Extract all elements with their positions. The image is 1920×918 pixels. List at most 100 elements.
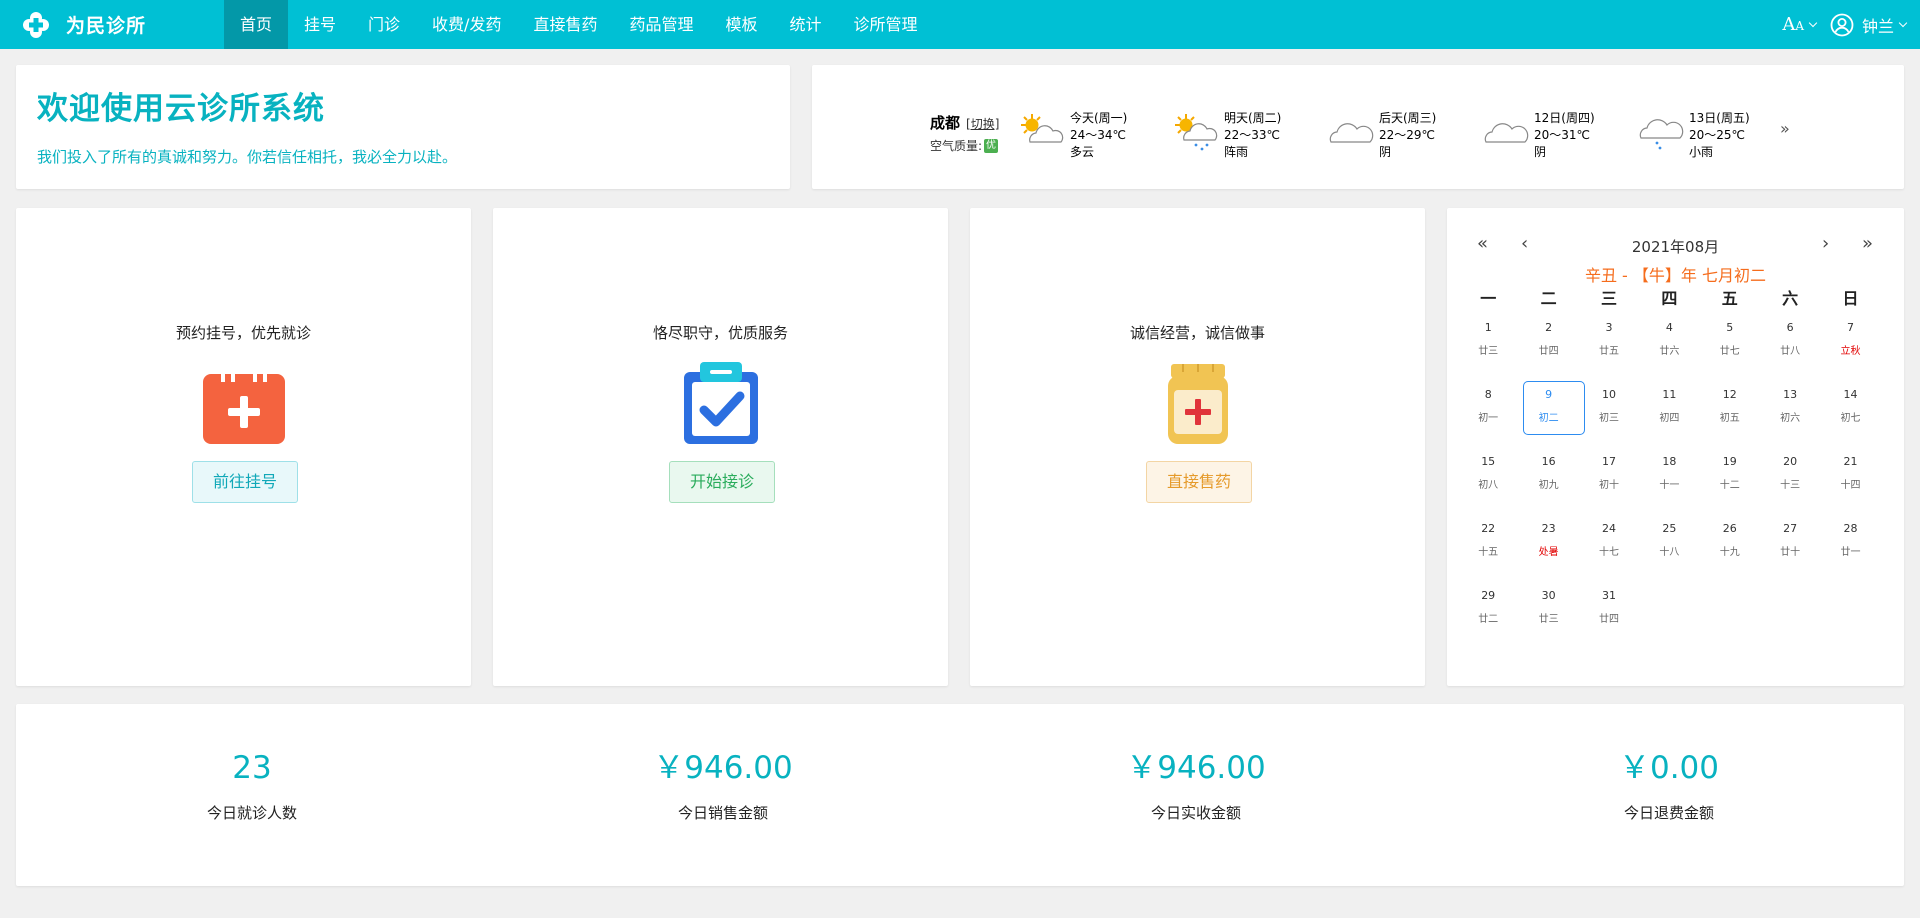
weather-desc: 阴 (1379, 145, 1392, 159)
stat-label: 今日实收金额 (1150, 804, 1241, 822)
calendar-day[interactable]: 20 十三 (1760, 446, 1820, 513)
weather-desc: 阴 (1534, 145, 1547, 159)
today-stats-card: 23 今日就诊人数 ￥946.00 今日销售金额 ￥946.00 今日实收金额 … (16, 704, 1904, 886)
clipboard-check-icon (684, 362, 758, 444)
calendar-day[interactable]: 26 十九 (1700, 513, 1760, 580)
calendar-add-icon (203, 361, 285, 444)
calendar-day-lunar: 十七 (1598, 547, 1619, 558)
calendar-day-number: 1 (1484, 321, 1492, 334)
calendar-day-lunar: 初一 (1478, 413, 1499, 424)
calendar-day[interactable]: 31 廿四 (1579, 580, 1639, 647)
welcome-subtitle: 我们投入了所有的真诚和努力。你若信任相托，我必全力以赴。 (37, 148, 458, 166)
calendar-day[interactable]: 17 初十 (1579, 446, 1639, 513)
calendar-day[interactable]: 30 廿三 (1518, 580, 1578, 647)
calendar-day[interactable]: 29 廿二 (1458, 580, 1518, 647)
nav-item-statistics[interactable]: 统计 (774, 0, 838, 49)
calendar-day[interactable]: 10 初三 (1579, 379, 1639, 446)
calendar-day-number: 8 (1484, 388, 1492, 401)
city-switch-link[interactable]: [切换] (966, 115, 999, 132)
calendar-day[interactable]: 15 初八 (1458, 446, 1518, 513)
calendar-day-number: 28 (1843, 522, 1858, 535)
calendar-day[interactable]: 24 十七 (1579, 513, 1639, 580)
calendar-day[interactable]: 5 廿七 (1700, 312, 1760, 379)
weather-day: 明天(周二) 22～33℃ 阵雨 (1170, 110, 1281, 161)
direct-sale-button[interactable]: 直接售药 (1146, 461, 1252, 503)
calendar-day-number: 25 (1662, 522, 1677, 535)
calendar-day[interactable]: 21 十四 (1820, 446, 1880, 513)
calendar-day-number: 31 (1601, 589, 1616, 602)
calendar-day-lunar: 廿四 (1598, 614, 1619, 625)
calendar-day[interactable]: 13 初六 (1760, 379, 1820, 446)
calendar-day[interactable]: 11 初四 (1639, 379, 1699, 446)
calendar-day-lunar: 初七 (1840, 413, 1861, 424)
calendar-day[interactable]: 23 处暑 (1518, 513, 1578, 580)
calendar-day-number: 26 (1722, 522, 1737, 535)
nav-item-templates[interactable]: 模板 (709, 0, 773, 49)
nav-item-clinic-management[interactable]: 诊所管理 (838, 0, 934, 49)
calendar-day-number: 16 (1541, 455, 1556, 468)
weather-day: 12日(周四) 20～31℃ 阴 (1480, 110, 1595, 161)
calendar-day[interactable]: 28 廿一 (1820, 513, 1880, 580)
calendar-day-number: 27 (1783, 522, 1798, 535)
weather-temp: 24～34℃ (1070, 128, 1127, 142)
next-year-icon[interactable]: » (1862, 234, 1873, 254)
start-consultation-button[interactable]: 开始接诊 (669, 461, 775, 503)
calendar-title: 2021年08月 (1631, 238, 1720, 256)
nav-item-registration[interactable]: 挂号 (288, 0, 352, 49)
nav-item-charge-dispense[interactable]: 收费/发药 (416, 0, 517, 49)
calendar-day-lunar: 处暑 (1538, 547, 1559, 558)
calendar-day[interactable]: 19 十二 (1700, 446, 1760, 513)
nav-item-home[interactable]: 首页 (224, 0, 289, 49)
weather-more-button[interactable]: » (1780, 119, 1790, 138)
brand-name: 为民诊所 (66, 15, 147, 37)
calendar-day-lunar: 廿三 (1538, 614, 1559, 625)
calendar-day-selected[interactable]: 9 初二 (1518, 379, 1586, 446)
weather-day-label: 明天(周二) (1224, 111, 1282, 125)
calendar-day[interactable]: 7 立秋 (1820, 312, 1880, 379)
calendar-day-lunar: 初十 (1598, 480, 1619, 491)
calendar-lunar-date: 辛丑 - 【牛】年 七月初二 (1584, 266, 1767, 285)
calendar-day-lunar: 廿四 (1538, 346, 1559, 357)
nav-item-direct-sale[interactable]: 直接售药 (517, 0, 613, 49)
brand[interactable]: 为民诊所 (0, 0, 224, 49)
calendar-day[interactable]: 16 初九 (1518, 446, 1578, 513)
calendar-day[interactable]: 3 廿五 (1579, 312, 1639, 379)
calendar-day-number: 2 (1545, 321, 1553, 334)
calendar-day[interactable]: 18 十一 (1639, 446, 1699, 513)
font-size-dropdown[interactable]: AA (1782, 14, 1818, 35)
calendar-day[interactable]: 6 廿八 (1760, 312, 1820, 379)
medicine-bottle-icon (1168, 364, 1228, 444)
nav-item-drug-management[interactable]: 药品管理 (613, 0, 709, 49)
calendar-day[interactable]: 4 廿六 (1639, 312, 1699, 379)
clinic-cross-logo (23, 11, 49, 38)
calendar-day-number: 12 (1722, 388, 1737, 401)
calendar-day[interactable]: 14 初七 (1820, 379, 1880, 446)
calendar-card: « ‹ 2021年08月 › » 辛丑 - 【牛】年 七月初二 一 二 三 四 … (1447, 208, 1904, 686)
air-quality-label: 空气质量: (930, 139, 983, 153)
nav-item-outpatient[interactable]: 门诊 (352, 0, 416, 49)
font-size-icon: AA (1782, 14, 1804, 35)
calendar-grid: 一 二 三 四 五 六 日 1 廿三 2 廿四 3 廿五 4 廿六 5 廿七 6 廿八 7 立秋 8 初一 9 初… (1458, 286, 1881, 647)
calendar-day-lunar: 廿三 (1478, 346, 1499, 357)
user-avatar-icon (1830, 13, 1854, 36)
calendar-day-number: 7 (1847, 321, 1855, 334)
welcome-card: 欢迎使用云诊所系统 我们投入了所有的真诚和努力。你若信任相托，我必全力以赴。 (16, 65, 790, 189)
calendar-day[interactable]: 25 十八 (1639, 513, 1699, 580)
calendar-day[interactable]: 8 初一 (1458, 379, 1518, 446)
calendar-day[interactable]: 22 十五 (1458, 513, 1518, 580)
stat-label: 今日就诊人数 (206, 804, 297, 822)
calendar-day-number: 29 (1481, 589, 1496, 602)
feature-slogan: 恪尽职守，优质服务 (652, 324, 788, 342)
weather-temp: 22～33℃ (1224, 128, 1281, 142)
calendar-day[interactable]: 12 初五 (1700, 379, 1760, 446)
calendar-day[interactable]: 2 廿四 (1518, 312, 1578, 379)
calendar-day[interactable]: 27 廿十 (1760, 513, 1820, 580)
next-month-icon[interactable]: › (1822, 234, 1829, 254)
calendar-day[interactable]: 1 廿三 (1458, 312, 1518, 379)
user-menu[interactable]: 钟兰 (1830, 13, 1908, 37)
weather-desc: 多云 (1070, 145, 1095, 159)
weather-day: 后天(周三) 22～29℃ 阴 (1325, 110, 1436, 161)
calendar-header: « ‹ 2021年08月 › » (1447, 234, 1904, 257)
calendar-days: 1 廿三 2 廿四 3 廿五 4 廿六 5 廿七 6 廿八 7 立秋 8 初一 9 初二 10 初三 11 初四 12 初五 1… (1458, 312, 1881, 647)
go-register-button[interactable]: 前往挂号 (192, 461, 298, 503)
